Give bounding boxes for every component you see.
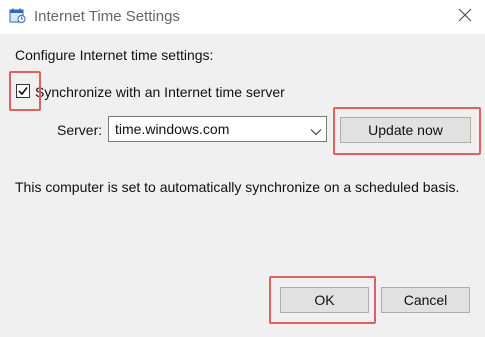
close-icon [458,8,472,27]
sync-checkbox-label[interactable]: Synchronize with an Internet time server [35,84,285,100]
chevron-down-icon[interactable] [310,124,322,136]
configure-label: Configure Internet time settings: [15,47,214,63]
update-button-highlight-box [333,107,481,155]
internet-time-settings-dialog: Internet Time Settings Configure Interne… [0,0,485,337]
cancel-button[interactable]: Cancel [381,287,470,313]
checkbox-highlight-box [9,71,41,111]
date-time-settings-icon [9,8,26,23]
status-text: This computer is set to automatically sy… [15,179,460,195]
ok-button-highlight-box [269,276,376,324]
title-bar: Internet Time Settings [0,0,485,34]
server-label: Server: [57,122,103,138]
window-title: Internet Time Settings [34,8,180,25]
close-button[interactable] [450,3,480,31]
server-dropdown[interactable]: time.windows.com [108,116,327,142]
server-value: time.windows.com [115,121,230,137]
